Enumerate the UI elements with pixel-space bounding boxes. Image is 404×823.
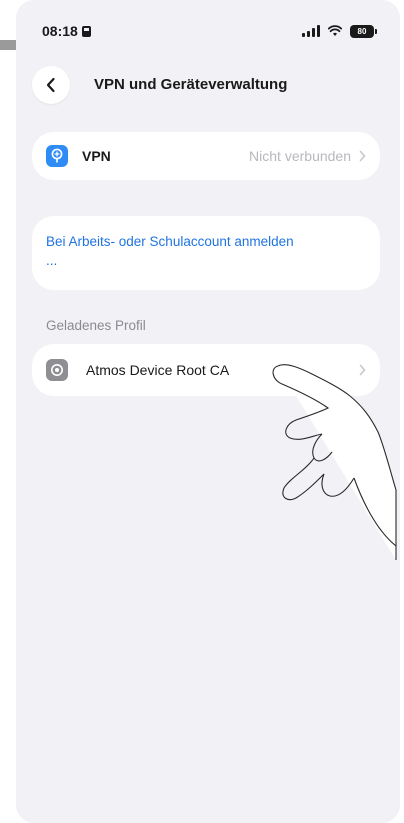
- vpn-row[interactable]: VPN Nicht verbunden: [32, 132, 380, 180]
- wifi-icon: [328, 25, 342, 36]
- tap-hand-icon: [272, 364, 397, 560]
- status-bar: 08:18 80: [16, 18, 400, 44]
- chevron-left-icon: [46, 77, 55, 93]
- vpn-status-text: Nicht verbunden: [249, 148, 351, 164]
- vpn-label: VPN: [82, 148, 111, 164]
- chevron-right-icon: [359, 150, 366, 162]
- cellular-signal-icon: [302, 25, 320, 37]
- profile-label: Atmos Device Root CA: [86, 362, 230, 378]
- section-header-loaded-profile: Geladenes Profil: [46, 318, 146, 333]
- battery-level: 80: [357, 26, 367, 36]
- back-button[interactable]: [32, 66, 70, 104]
- settings-gear-icon: [46, 359, 68, 381]
- page-title: VPN und Geräteverwaltung: [94, 76, 288, 93]
- vpn-status: Nicht verbunden: [249, 148, 366, 164]
- phone-screen: 08:18 80 VPN und Geräteverwaltung VPN Ni…: [16, 0, 400, 823]
- status-icons: 80: [302, 24, 377, 38]
- battery-icon: 80: [350, 24, 377, 38]
- status-time: 08:18: [42, 23, 91, 39]
- vpn-icon: [46, 145, 68, 167]
- nav-bar: VPN und Geräteverwaltung: [16, 66, 400, 106]
- work-school-account-row[interactable]: Bei Arbeits- oder Schulaccount anmelden …: [32, 216, 380, 290]
- sim-icon: [81, 25, 91, 37]
- time-text: 08:18: [42, 23, 78, 39]
- work-school-account-link[interactable]: Bei Arbeits- oder Schulaccount anmelden …: [46, 232, 306, 270]
